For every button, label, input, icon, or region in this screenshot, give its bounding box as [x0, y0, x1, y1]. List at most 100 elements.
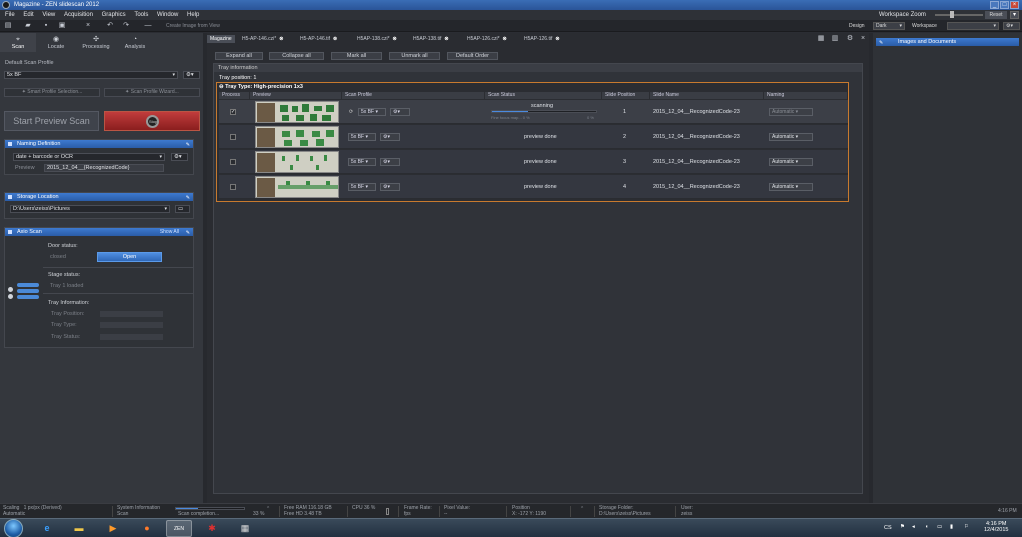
save-all-icon[interactable]: ▣ [58, 22, 66, 30]
naming-select[interactable]: Automatic ▾ [769, 158, 813, 166]
scan-profile-select[interactable]: 5x BF ▾ [348, 183, 376, 191]
naming-definition-header[interactable]: Naming Definition ✎ [5, 140, 193, 148]
power-icon[interactable]: ▮ [950, 524, 953, 530]
col-scan-status[interactable]: Scan Status [485, 92, 602, 99]
col-preview[interactable]: Preview [250, 92, 342, 99]
tab-document[interactable]: H5-AP-146.tif ⊗ [297, 35, 340, 43]
zen-app-icon[interactable]: ZEN [166, 520, 192, 537]
firefox-icon[interactable]: ● [134, 520, 160, 537]
collapse-all-button[interactable]: Collapse all [269, 52, 324, 60]
table-row[interactable]: 5x BF ▾ ⚙▾ preview done 2 2015_12_04__Re… [219, 125, 848, 149]
collapse-icon[interactable] [8, 195, 12, 199]
close-tab-icon[interactable]: ⊗ [555, 36, 559, 42]
new-icon[interactable]: ▤ [4, 22, 12, 30]
menu-acquisition[interactable]: Acquisition [64, 12, 93, 18]
menu-window[interactable]: Window [157, 12, 178, 18]
process-checkbox[interactable] [230, 159, 236, 165]
close-icon[interactable]: × [859, 35, 867, 43]
reset-zoom-button[interactable]: Reset [985, 11, 1007, 19]
close-tab-icon[interactable]: ⊗ [444, 36, 448, 42]
storage-location-header[interactable]: Storage Location ✎ [5, 193, 193, 201]
naming-select[interactable]: Automatic ▾ [769, 133, 813, 141]
design-select[interactable]: Dark ▾ [873, 22, 905, 30]
col-process[interactable]: Process [219, 92, 250, 99]
menu-file[interactable]: File [5, 12, 15, 18]
collapse-icon[interactable] [8, 230, 12, 234]
tab-magazine[interactable]: Magazine [207, 35, 235, 43]
mark-all-button[interactable]: Mark all [331, 52, 382, 60]
pin-icon[interactable]: ✎ [186, 194, 190, 202]
workspace-zoom-knob[interactable] [950, 11, 954, 18]
process-checkbox[interactable]: ✓ [230, 109, 236, 115]
language-indicator[interactable]: CS [884, 525, 892, 531]
collapse-icon[interactable]: ⊖ [219, 84, 224, 90]
maximize-button[interactable]: □ [1000, 1, 1009, 9]
start-preview-scan-button[interactable]: Start Preview Scan [4, 111, 99, 131]
internet-explorer-icon[interactable]: e [34, 520, 60, 537]
menu-help[interactable]: Help [187, 12, 199, 18]
network-icon[interactable]: ⚑ [900, 524, 905, 530]
naming-select[interactable]: date + barcode or OCR ▾ [13, 153, 165, 161]
default-order-button[interactable]: Default Order [447, 52, 498, 60]
file-explorer-icon[interactable]: ▬ [66, 520, 92, 537]
profile-options-button[interactable]: ⚙▾ [183, 71, 200, 79]
expand-all-button[interactable]: Expand all [215, 52, 263, 60]
menu-view[interactable]: View [42, 12, 55, 18]
app-icon[interactable]: ✱ [199, 520, 225, 537]
panel-menu-icon[interactable]: ▾ [1010, 11, 1019, 19]
tab-document[interactable]: H5-AP-146.czi* ⊗ [239, 35, 286, 43]
clock[interactable]: 4:16 PM 12/4/2015 [984, 521, 1008, 533]
save-icon[interactable]: ▪ [42, 22, 50, 30]
profile-settings-button[interactable]: ⚙▾ [390, 108, 410, 116]
naming-select[interactable]: Automatic ▾ [769, 108, 813, 116]
split-view-icon[interactable]: ▥ [831, 35, 839, 43]
profile-settings-button[interactable]: ⚙▾ [380, 133, 400, 141]
single-view-icon[interactable]: ▦ [817, 35, 825, 43]
undo-icon[interactable]: ↶ [106, 22, 114, 30]
minimize-button[interactable]: _ [990, 1, 999, 9]
browse-folder-button[interactable]: ▭ [175, 205, 190, 213]
tab-locate[interactable]: ◉ Locate [38, 33, 74, 52]
open-icon[interactable]: ▰ [24, 22, 32, 30]
col-slide-position[interactable]: Slide Position [602, 92, 650, 99]
storage-path-select[interactable]: D:\Users\zeiss\Pictures ▾ [10, 205, 170, 213]
axio-scan-header[interactable]: Axio Scan Show All ✎ [5, 228, 193, 236]
display-icon[interactable]: ▭ [937, 524, 942, 530]
open-door-button[interactable]: Open [97, 252, 162, 262]
col-scan-profile[interactable]: Scan Profile [342, 92, 485, 99]
col-naming[interactable]: Naming [764, 92, 848, 99]
redo-icon[interactable]: ↷ [122, 22, 130, 30]
pin-icon[interactable]: ✎ [186, 229, 190, 237]
collapse-icon[interactable] [8, 142, 12, 146]
workspace-settings-button[interactable]: ⚙▾ [1003, 22, 1020, 30]
show-all-link[interactable]: Show All [160, 228, 179, 236]
close-button[interactable]: × [1010, 1, 1019, 9]
start-button[interactable] [4, 519, 23, 537]
col-slide-name[interactable]: Slide Name [650, 92, 764, 99]
slide-preview-thumbnail[interactable] [255, 101, 339, 123]
slide-preview-thumbnail[interactable] [255, 151, 339, 173]
menu-graphics[interactable]: Graphics [102, 12, 126, 18]
create-image-from-view-button[interactable]: Create Image from View [166, 22, 220, 30]
tray-type-header[interactable]: ⊖ Tray Type: High-precision 1x3 [219, 84, 303, 90]
volume-icon[interactable]: ◖ [925, 524, 928, 530]
menu-edit[interactable]: Edit [23, 12, 33, 18]
tab-document[interactable]: H5AP-138.czi* ⊗ [354, 35, 400, 43]
workspace-select[interactable]: ▾ [947, 22, 999, 30]
windows-flag-icon[interactable]: ⚐ [964, 524, 969, 530]
scan-profile-select[interactable]: 5x BF ▾ [348, 158, 376, 166]
close-tab-icon[interactable]: ⊗ [393, 36, 397, 42]
chevron-up-icon[interactable]: ⌃ [266, 506, 270, 513]
process-checkbox[interactable] [230, 184, 236, 190]
tab-document[interactable]: H5AP-138.tif ⊗ [410, 35, 452, 43]
flag-icon[interactable]: ◂ [912, 524, 915, 530]
naming-select[interactable]: Automatic ▾ [769, 183, 813, 191]
tab-document[interactable]: H5AP-126.czi* ⊗ [464, 35, 510, 43]
scan-profile-select[interactable]: 5x BF ▾ [348, 133, 376, 141]
pin-icon[interactable]: ✎ [186, 141, 190, 149]
menu-tools[interactable]: Tools [134, 12, 148, 18]
scan-profile-select[interactable]: 5x BF ▾ [358, 108, 386, 116]
tab-processing[interactable]: ✣ Processing [78, 33, 114, 52]
slide-preview-thumbnail[interactable] [255, 126, 339, 148]
tab-analysis[interactable]: ◔ Analysis [117, 33, 153, 52]
